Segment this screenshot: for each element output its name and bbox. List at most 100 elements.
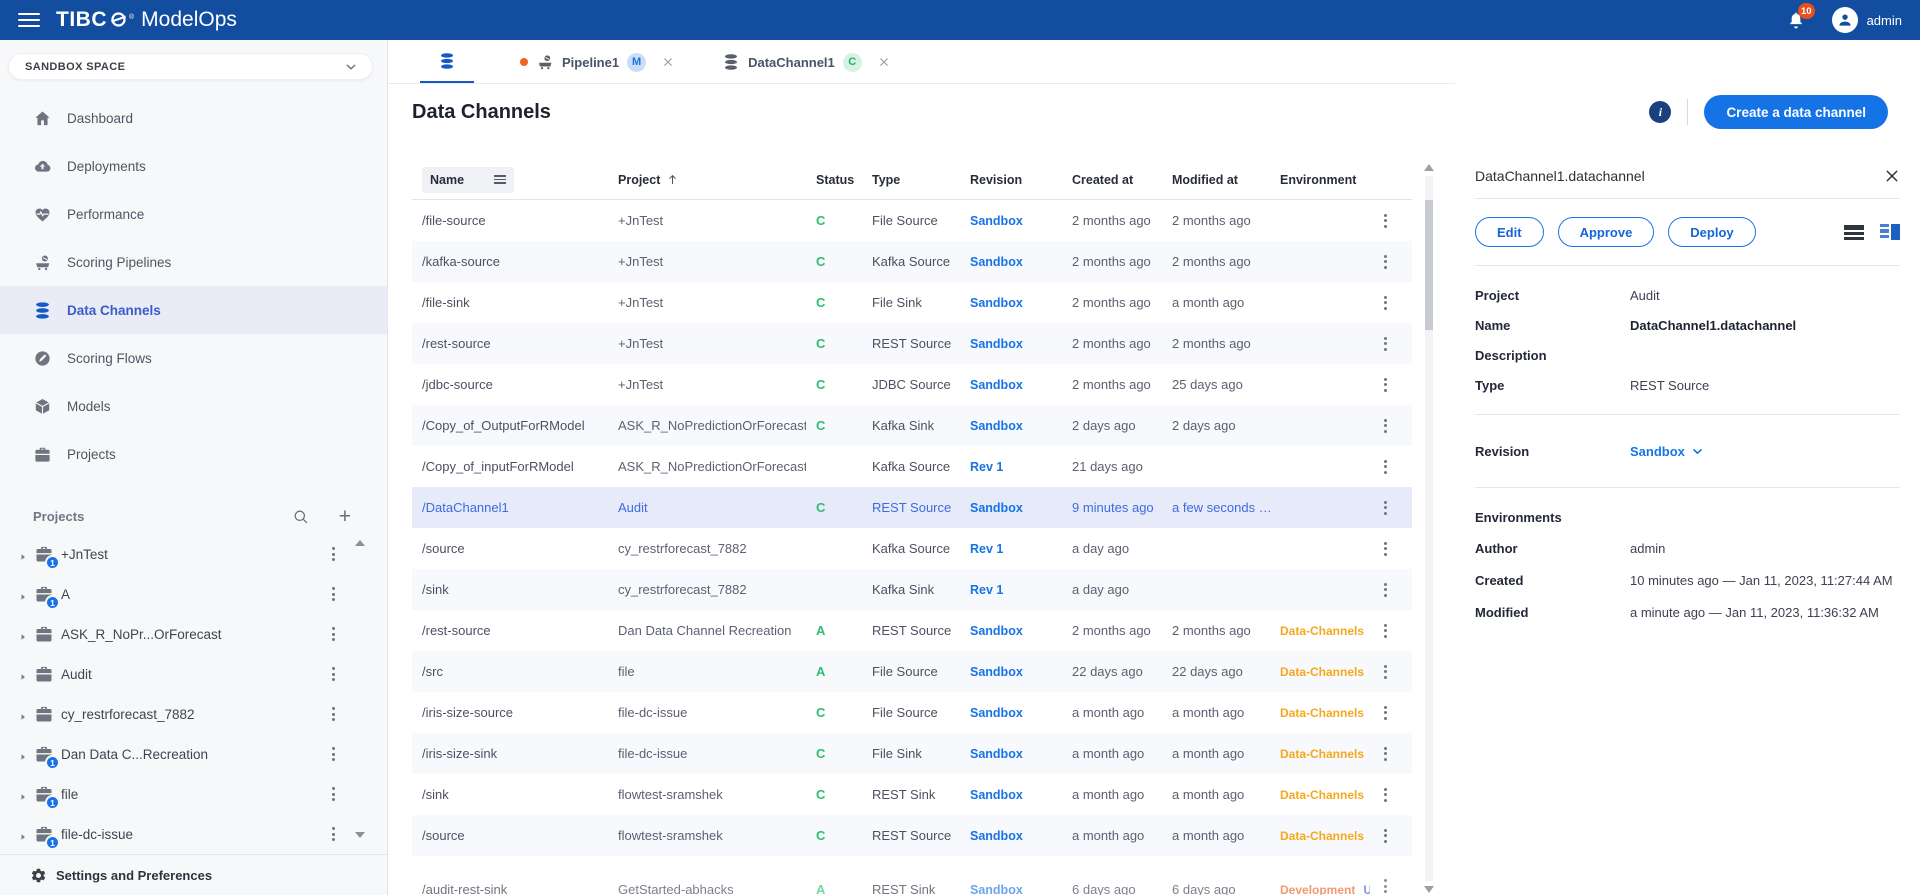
settings-and-preferences[interactable]: Settings and Preferences — [0, 854, 387, 895]
sidebar-item-projects[interactable]: Projects — [0, 430, 387, 478]
sidebar-item-dashboard[interactable]: Dashboard — [0, 94, 387, 142]
column-header-revision[interactable]: Revision — [960, 173, 1062, 187]
table-row[interactable]: /iris-size-sink file-dc-issue C File Sink Sa… — [412, 733, 1412, 774]
revision-link[interactable]: Sandbox — [970, 747, 1023, 761]
revision-link[interactable]: Sandbox — [970, 419, 1023, 433]
kebab-menu-icon[interactable] — [328, 703, 339, 725]
create-data-channel-button[interactable]: Create a data channel — [1704, 95, 1888, 129]
table-row[interactable]: /source flowtest-sramshek C REST Source Sand… — [412, 815, 1412, 856]
kebab-menu-icon[interactable] — [1380, 292, 1402, 314]
project-item-ask-r-nopr-orforecast[interactable]: ASK_R_NoPr...OrForecast — [0, 614, 387, 654]
column-header-modified-at[interactable]: Modified at — [1162, 173, 1270, 187]
tab-pipeline1[interactable]: Pipeline1 M — [518, 40, 676, 84]
revision-link[interactable]: Sandbox — [970, 829, 1023, 843]
table-row[interactable]: /iris-size-source file-dc-issue C File Sour… — [412, 692, 1412, 733]
table-row[interactable]: /sink cy_restrforecast_7882 Kafka Sink Rev … — [412, 569, 1412, 610]
revision-link[interactable]: Rev 1 — [970, 460, 1003, 474]
table-row[interactable]: /rest-source Dan Data Channel Recreation A… — [412, 610, 1412, 651]
kebab-menu-icon[interactable] — [1380, 875, 1402, 895]
column-header-created-at[interactable]: Created at — [1062, 173, 1162, 187]
tab-datachannel1[interactable]: DataChannel1 C — [720, 40, 892, 84]
deploy-button[interactable]: Deploy — [1668, 217, 1756, 247]
table-row[interactable]: /jdbc-source +JnTest C JDBC Source Sandbox 2 … — [412, 364, 1412, 405]
column-header-project[interactable]: Project — [608, 173, 806, 187]
sidebar-item-performance[interactable]: Performance — [0, 190, 387, 238]
table-row[interactable]: /source cy_restrforecast_7882 Kafka Source… — [412, 528, 1412, 569]
list-view-icon[interactable] — [1844, 224, 1864, 240]
table-row[interactable]: /file-source +JnTest C File Source Sandbox 2 … — [412, 200, 1412, 241]
kebab-menu-icon[interactable] — [328, 823, 339, 845]
revision-link[interactable]: Sandbox — [970, 883, 1023, 895]
notifications-bell-icon[interactable]: 10 — [1786, 3, 1815, 30]
kebab-menu-icon[interactable] — [1380, 620, 1402, 642]
kebab-menu-icon[interactable] — [1380, 374, 1402, 396]
table-row[interactable]: /Copy_of_OutputForRModel ASK_R_NoPredicti… — [412, 405, 1412, 446]
kebab-menu-icon[interactable] — [1380, 251, 1402, 273]
kebab-menu-icon[interactable] — [328, 663, 339, 685]
revision-link[interactable]: Sandbox — [970, 378, 1023, 392]
scrollbar-up-arrow[interactable] — [1424, 164, 1434, 171]
sidebar-item-models[interactable]: Models — [0, 382, 387, 430]
project-item-file[interactable]: 1 file — [0, 774, 387, 814]
sidebar-item-data-channels[interactable]: Data Channels — [0, 286, 387, 334]
revision-link[interactable]: Rev 1 — [970, 542, 1003, 556]
kebab-menu-icon[interactable] — [1380, 497, 1402, 519]
scrollbar-thumb[interactable] — [1425, 200, 1433, 330]
scroll-down-arrow[interactable] — [355, 832, 365, 838]
kebab-menu-icon[interactable] — [1380, 210, 1402, 232]
column-header-environment[interactable]: Environment — [1270, 173, 1370, 187]
close-icon[interactable] — [662, 56, 674, 68]
revision-dropdown[interactable]: Sandbox — [1630, 444, 1900, 459]
tab-data-channels[interactable] — [420, 40, 474, 84]
revision-link[interactable]: Sandbox — [970, 296, 1023, 310]
kebab-menu-icon[interactable] — [328, 783, 339, 805]
hamburger-menu-icon[interactable] — [18, 13, 40, 27]
table-row[interactable]: /src file A File Source Sandbox 22 days ago 22… — [412, 651, 1412, 692]
user-menu[interactable]: admin — [1831, 7, 1902, 33]
kebab-menu-icon[interactable] — [1380, 538, 1402, 560]
kebab-menu-icon[interactable] — [1380, 661, 1402, 683]
table-row[interactable]: /audit-rest-sink GetStarted-abhacks A REST … — [412, 856, 1412, 895]
table-row[interactable]: /rest-source +JnTest C REST Source Sandbox 2 … — [412, 323, 1412, 364]
revision-link[interactable]: Sandbox — [970, 665, 1023, 679]
kebab-menu-icon[interactable] — [328, 583, 339, 605]
project-item-dan-data-c-recreation[interactable]: 1 Dan Data C...Recreation — [0, 734, 387, 774]
scrollbar-down-arrow[interactable] — [1424, 886, 1434, 893]
kebab-menu-icon[interactable] — [1380, 784, 1402, 806]
close-icon[interactable] — [1884, 168, 1900, 184]
kebab-menu-icon[interactable] — [328, 743, 339, 765]
column-menu-icon[interactable] — [494, 175, 506, 184]
project-item-a[interactable]: 1A — [0, 574, 387, 614]
kebab-menu-icon[interactable] — [1380, 333, 1402, 355]
sidebar-item-scoring-pipelines[interactable]: Scoring Pipelines — [0, 238, 387, 286]
revision-link[interactable]: Rev 1 — [970, 583, 1003, 597]
kebab-menu-icon[interactable] — [1380, 456, 1402, 478]
approve-button[interactable]: Approve — [1557, 217, 1655, 247]
table-row[interactable]: /sink flowtest-sramshek C REST Sink Sandbox a… — [412, 774, 1412, 815]
edit-button[interactable]: Edit — [1475, 217, 1544, 247]
sidebar-item-scoring-flows[interactable]: Scoring Flows — [0, 334, 387, 382]
revision-link[interactable]: Sandbox — [970, 788, 1023, 802]
table-row[interactable]: /file-sink +JnTest C File Sink Sandbox 2 mont… — [412, 282, 1412, 323]
table-row-selected[interactable]: /DataChannel1 Audit C REST Source Sandbox 9 m… — [412, 487, 1412, 528]
close-icon[interactable] — [878, 56, 890, 68]
column-header-type[interactable]: Type — [862, 173, 960, 187]
kebab-menu-icon[interactable] — [1380, 579, 1402, 601]
revision-link[interactable]: Sandbox — [970, 706, 1023, 720]
table-row[interactable]: /Copy_of_inputForRModel ASK_R_NoPredictio… — [412, 446, 1412, 487]
project-item-cy-restrforecast-7882[interactable]: cy_restrforecast_7882 — [0, 694, 387, 734]
kebab-menu-icon[interactable] — [1380, 743, 1402, 765]
sidebar-item-deployments[interactable]: Deployments — [0, 142, 387, 190]
project-item-jntest[interactable]: 1 +JnTest — [0, 534, 387, 574]
column-header-status[interactable]: Status — [806, 173, 862, 187]
kebab-menu-icon[interactable] — [1380, 702, 1402, 724]
revision-link[interactable]: Sandbox — [970, 337, 1023, 351]
scroll-up-arrow[interactable] — [355, 540, 365, 546]
kebab-menu-icon[interactable] — [328, 543, 339, 565]
column-header-name[interactable]: Name — [412, 166, 608, 193]
revision-link[interactable]: Sandbox — [970, 624, 1023, 638]
revision-link[interactable]: Sandbox — [970, 255, 1023, 269]
project-item-file-dc-issue[interactable]: 1 file-dc-issue — [0, 814, 387, 854]
revision-link[interactable]: Sandbox — [970, 501, 1023, 515]
kebab-menu-icon[interactable] — [1380, 415, 1402, 437]
